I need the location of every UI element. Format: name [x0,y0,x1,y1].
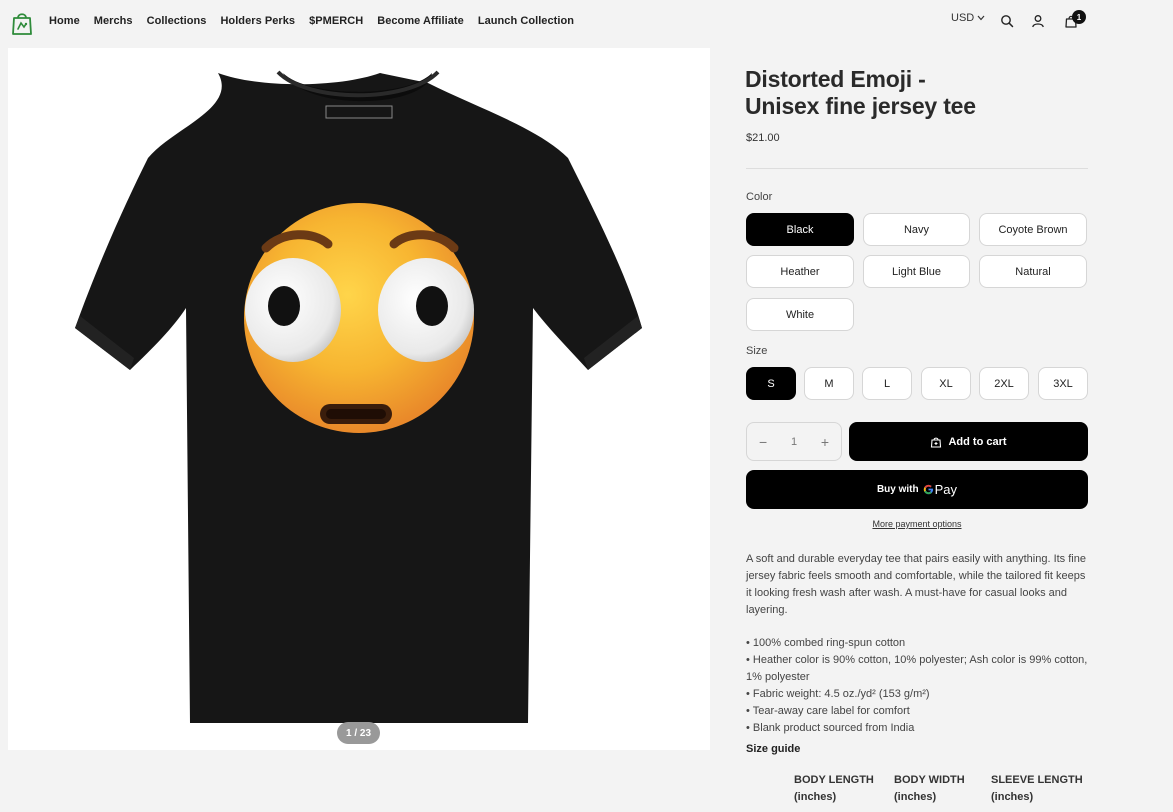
size-option-2xl[interactable]: 2XL [979,367,1029,400]
nav-holders-perks[interactable]: Holders Perks [220,15,295,27]
product-description: A soft and durable everyday tee that pai… [746,553,1086,616]
nav-merchs[interactable]: Merchs [94,15,133,27]
currency-label: USD [951,12,975,24]
product-title-line1: Distorted Emoji - [745,66,926,92]
store-logo[interactable] [10,10,34,36]
add-to-cart-label: Add to cart [948,435,1007,448]
color-option-black[interactable]: Black [746,213,854,246]
nav-become-affiliate[interactable]: Become Affiliate [377,15,464,27]
column-unit: (inches) [794,791,837,803]
color-option-navy[interactable]: Navy [863,213,970,246]
product-features-list: • 100% combed ring-spun cotton • Heather… [746,635,1088,737]
gpay-label: Pay [934,482,958,497]
color-option-white[interactable]: White [746,298,854,331]
size-option-3xl[interactable]: 3XL [1038,367,1088,400]
column-title: BODY WIDTH [894,774,965,786]
size-label: Size [746,345,768,357]
size-option-xl[interactable]: XL [921,367,971,400]
column-title: SLEEVE LENGTH [991,774,1083,786]
currency-selector[interactable]: USD [951,12,985,24]
color-option-natural[interactable]: Natural [979,255,1087,288]
google-pay-logo: Pay [923,482,957,497]
feature-item: • Fabric weight: 4.5 oz./yd² (153 g/m²) [746,688,930,700]
color-label: Color [746,191,773,203]
nav-pmerch[interactable]: $PMERCH [309,15,363,27]
size-guide-column-body-width: BODY WIDTH (inches) [894,772,965,806]
gallery-counter: 1 / 23 [337,722,380,744]
google-g-icon [923,484,933,495]
increase-quantity-button[interactable]: + [821,434,829,450]
cart-count-badge: 1 [1072,10,1086,24]
decrease-quantity-button[interactable]: − [759,434,767,450]
size-guide-column-sleeve-length: SLEEVE LENGTH (inches) [991,772,1083,806]
color-option-light-blue[interactable]: Light Blue [863,255,970,288]
tshirt-product-image [75,70,642,723]
product-title-line2: Unisex fine jersey tee [745,93,976,119]
column-title: BODY LENGTH [794,774,874,786]
nav-home[interactable]: Home [49,15,80,27]
main-nav: Home Merchs Collections Holders Perks $P… [49,15,588,27]
account-icon[interactable] [1031,14,1045,28]
divider [746,168,1088,169]
feature-item: • Tear-away care label for comfort [746,705,910,717]
feature-item: • Heather color is 90% cotton, 10% polye… [746,654,1088,683]
product-title: Distorted Emoji - Unisex fine jersey tee [745,66,1085,120]
quantity-value[interactable]: 1 [791,436,797,448]
buy-with-label: Buy with [876,484,919,495]
quantity-stepper: − 1 + [746,422,842,461]
product-price: $21.00 [746,132,780,144]
feature-item: • Blank product sourced from India [746,722,915,734]
nav-collections[interactable]: Collections [147,15,207,27]
column-unit: (inches) [991,791,1034,803]
size-guide-column-body-length: BODY LENGTH (inches) [794,772,874,806]
size-option-s[interactable]: S [746,367,796,400]
size-guide-heading: Size guide [746,743,801,755]
column-unit: (inches) [894,791,937,803]
chevron-down-icon [977,15,985,21]
site-header: Home Merchs Collections Holders Perks $P… [0,0,1173,44]
add-to-cart-button[interactable]: Add to cart [849,422,1088,461]
size-option-l[interactable]: L [862,367,912,400]
nav-launch-collection[interactable]: Launch Collection [478,15,574,27]
cart-plus-icon [931,437,942,448]
size-option-m[interactable]: M [804,367,854,400]
product-image-gallery[interactable] [8,48,710,750]
google-pay-button[interactable]: Buy with Pay [746,470,1088,509]
color-option-heather[interactable]: Heather [746,255,854,288]
more-payment-options-link[interactable]: More payment options [746,519,1088,529]
search-icon[interactable] [1000,14,1014,28]
shopping-bag-logo-icon [12,13,32,35]
feature-item: • 100% combed ring-spun cotton [746,637,906,649]
color-option-coyote-brown[interactable]: Coyote Brown [979,213,1087,246]
